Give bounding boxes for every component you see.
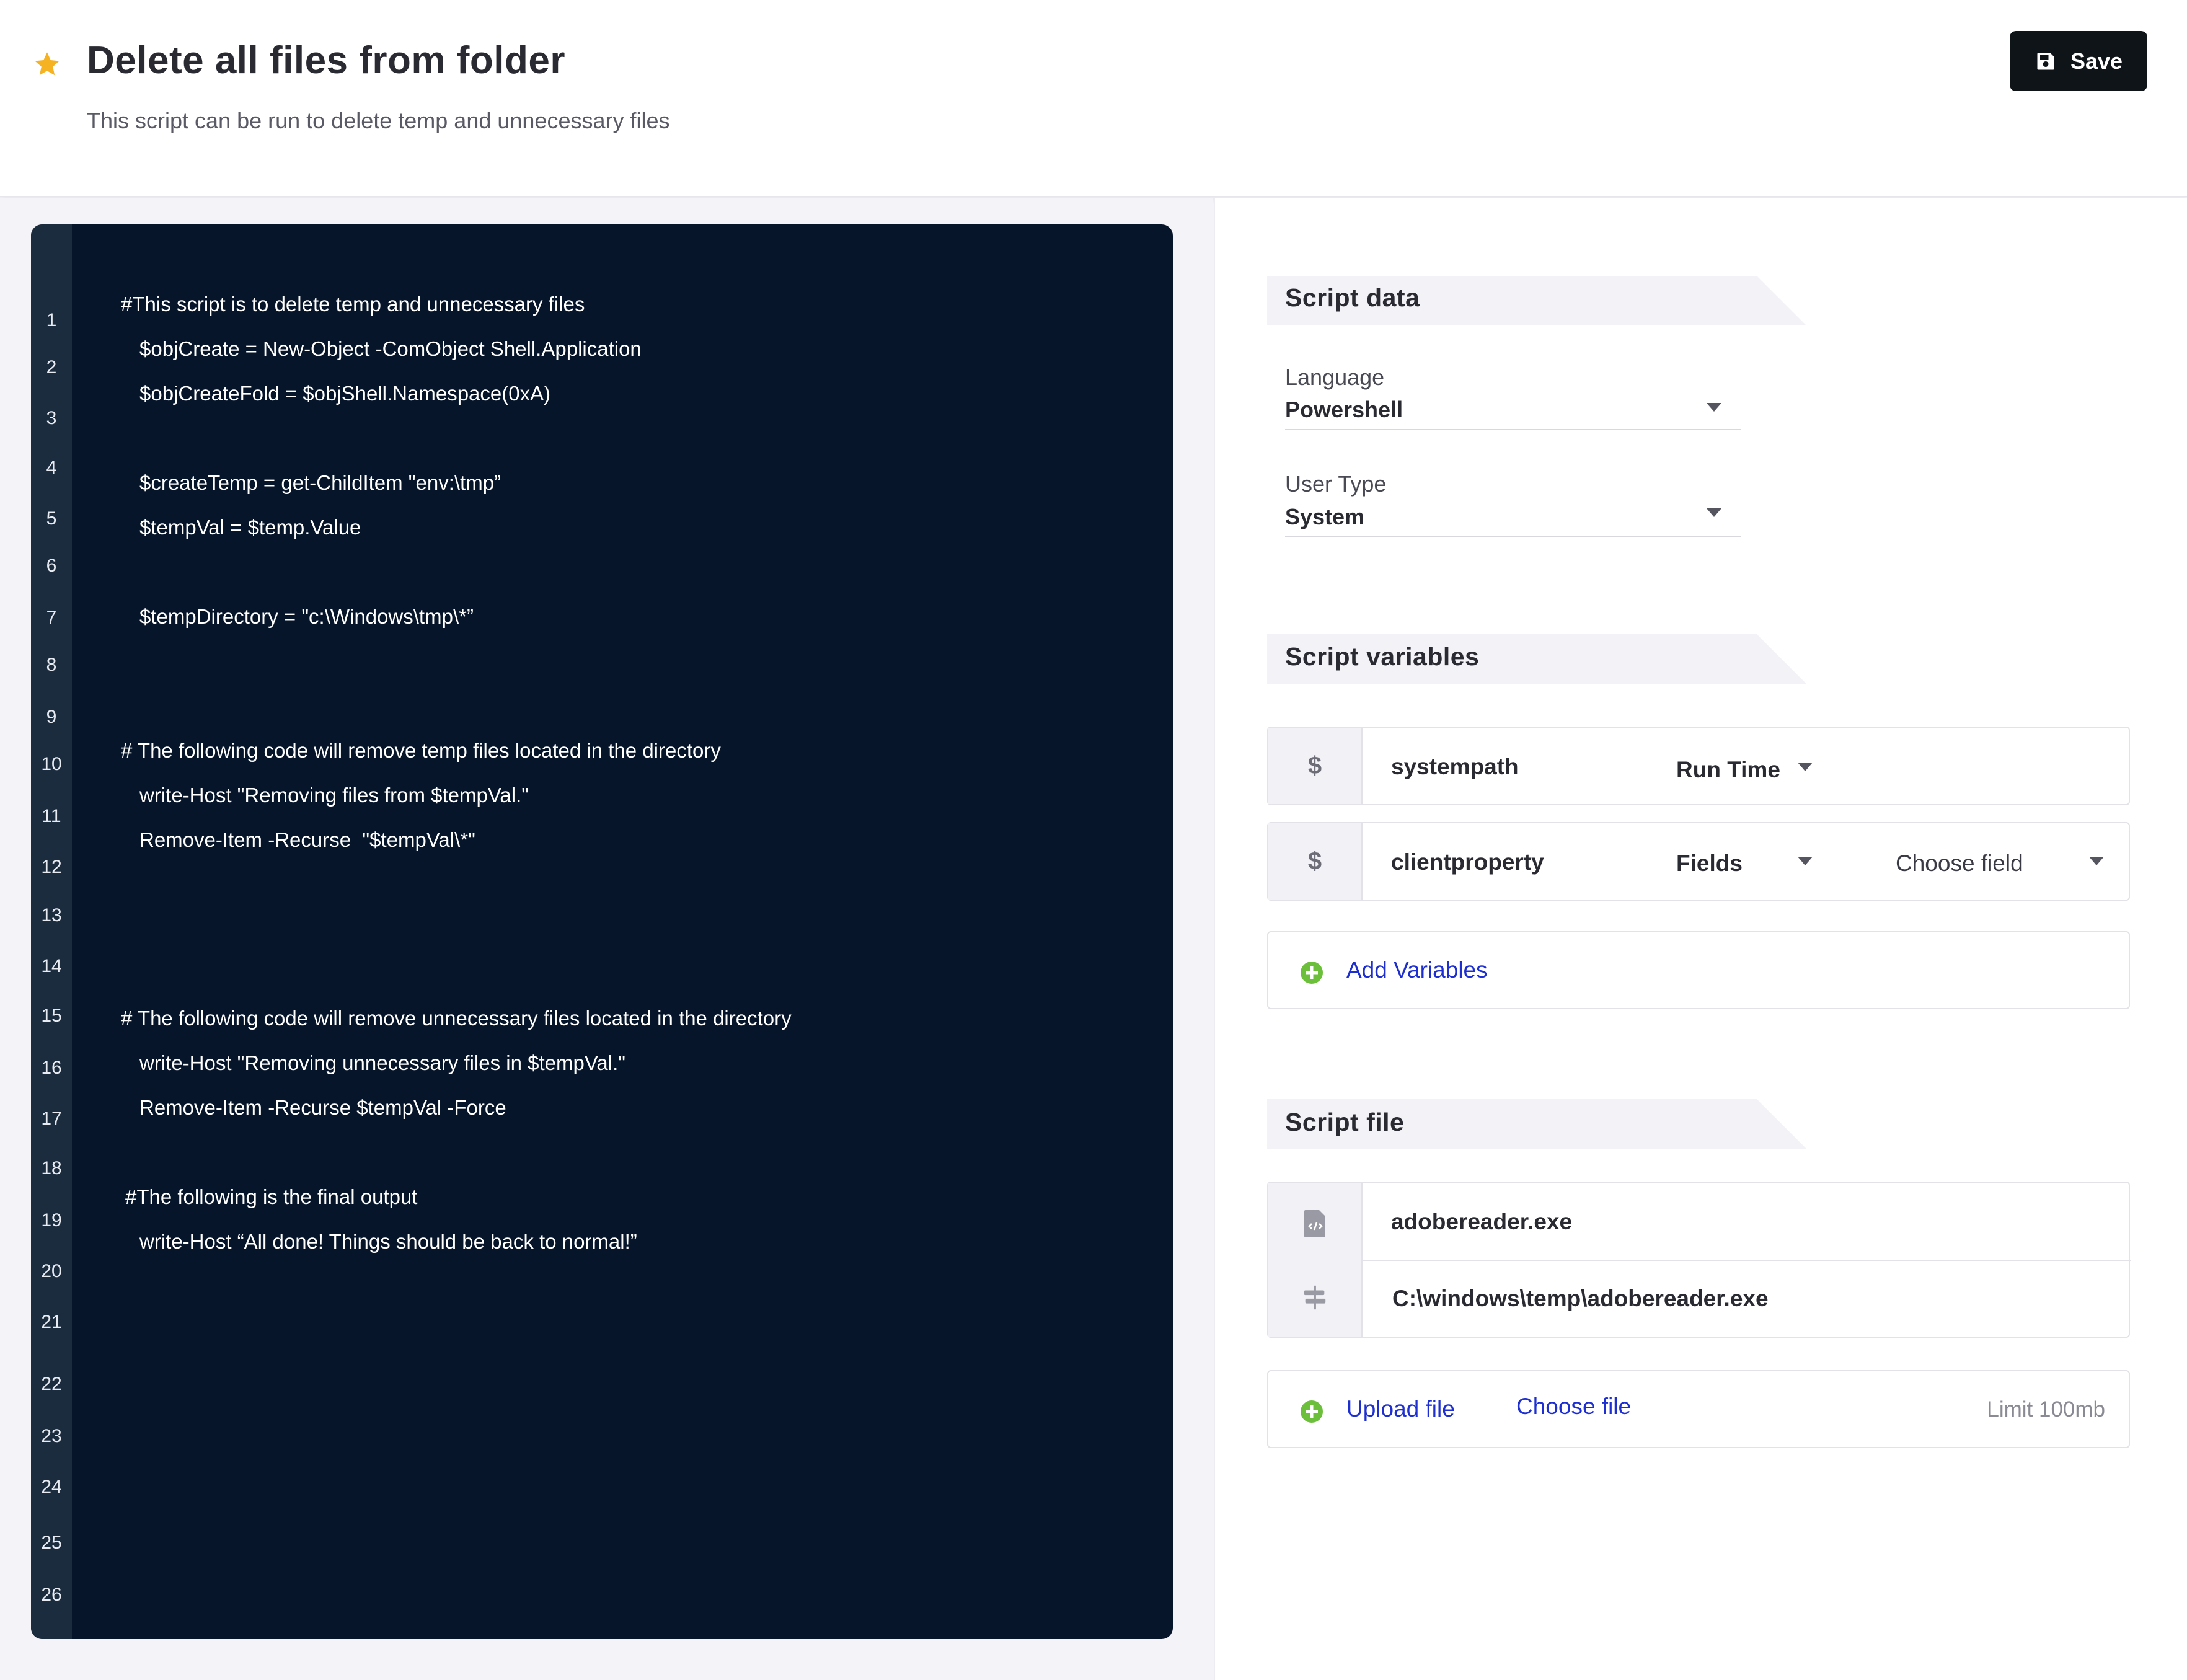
code-line: write-Host “All done! Things should be b… — [139, 1230, 637, 1253]
code-editor[interactable]: 1 2 3 4 5 6 7 8 9 10 11 12 13 14 15 16 1… — [31, 224, 1173, 1639]
signpost-icon — [1304, 1285, 1326, 1310]
upload-file-row: Upload file Choose file Limit 100mb — [1267, 1370, 2130, 1448]
caret-down-icon[interactable] — [2089, 857, 2104, 865]
code-file-icon — [1304, 1210, 1325, 1237]
line-number: 3 — [46, 408, 57, 428]
caret-down-icon[interactable] — [1707, 508, 1721, 517]
code-line: $createTemp = get-ChildItem "env:\tmp” — [139, 471, 501, 494]
user-type-label: User Type — [1285, 471, 1387, 497]
language-underline — [1285, 429, 1741, 430]
plus-circle-icon — [1301, 962, 1323, 984]
variable-name[interactable]: systempath — [1391, 754, 1519, 780]
upload-file-link[interactable]: Upload file — [1346, 1396, 1455, 1422]
variable-name[interactable]: clientproperty — [1391, 849, 1544, 875]
page-header: Delete all files from folder This script… — [0, 0, 2187, 197]
upload-limit-text: Limit 100mb — [1987, 1397, 2105, 1421]
line-number: 16 — [41, 1058, 62, 1078]
section-title-script-file: Script file — [1285, 1108, 1405, 1136]
code-line: $objCreate = New-Object -ComObject Shell… — [139, 337, 642, 360]
line-number: 23 — [41, 1426, 62, 1446]
code-line: $tempVal = $temp.Value — [139, 516, 361, 539]
variable-row: $ systempath Run Time — [1267, 727, 2130, 805]
code-line: #The following is the final output — [125, 1185, 418, 1208]
file-box-divider — [1363, 1260, 2131, 1261]
variable-prefix: $ — [1268, 728, 1363, 804]
page-subtitle: This script can be run to delete temp an… — [87, 108, 670, 133]
language-select[interactable]: Powershell — [1285, 397, 1403, 423]
line-number: 26 — [41, 1585, 62, 1605]
user-type-underline — [1285, 536, 1741, 537]
code-line: $tempDirectory = "c:\Windows\tmp\*” — [139, 605, 474, 628]
code-line: # The following code will remove unneces… — [121, 1007, 792, 1030]
line-number: 14 — [41, 956, 62, 976]
caret-down-icon[interactable] — [1798, 763, 1813, 771]
line-number: 20 — [41, 1261, 62, 1281]
caret-down-icon[interactable] — [1707, 403, 1721, 412]
plus-circle-icon — [1301, 1400, 1323, 1423]
line-number: 24 — [41, 1477, 62, 1497]
page-title: Delete all files from folder — [87, 39, 565, 82]
code-line: $objCreateFold = $objShell.Namespace(0xA… — [139, 382, 551, 405]
user-type-select[interactable]: System — [1285, 504, 1364, 530]
line-number: 12 — [41, 857, 62, 877]
star-icon[interactable] — [32, 50, 62, 79]
line-number: 5 — [46, 508, 57, 529]
line-number: 11 — [42, 806, 61, 826]
caret-down-icon[interactable] — [1798, 857, 1813, 865]
line-number: 21 — [41, 1312, 62, 1332]
add-variables-link[interactable]: Add Variables — [1346, 957, 1488, 983]
choose-file-link[interactable]: Choose file — [1516, 1394, 1631, 1420]
language-label: Language — [1285, 365, 1385, 390]
code-line: Remove-Item -Recurse "$tempVal\*" — [139, 828, 475, 851]
line-number: 2 — [46, 357, 57, 378]
line-number-gutter: 1 2 3 4 5 6 7 8 9 10 11 12 13 14 15 16 1… — [31, 224, 72, 1639]
code-line: #This script is to delete temp and unnec… — [121, 293, 585, 316]
floppy-disk-icon — [2037, 53, 2054, 69]
code-line: write-Host "Removing unnecessary files i… — [139, 1051, 625, 1074]
section-title-script-data: Script data — [1285, 283, 1420, 312]
line-number: 15 — [41, 1006, 62, 1026]
line-number: 4 — [46, 458, 57, 478]
line-number: 8 — [46, 655, 57, 675]
line-number: 22 — [41, 1374, 62, 1394]
variable-type-select[interactable]: Fields — [1676, 851, 1743, 877]
choose-field-select[interactable]: Choose field — [1896, 851, 2023, 877]
section-title-script-variables: Script variables — [1285, 642, 1480, 671]
line-number: 1 — [46, 310, 57, 330]
variable-prefix: $ — [1268, 823, 1363, 900]
script-file-box: adobereader.exe C:\windows\temp\adoberea… — [1267, 1182, 2131, 1338]
line-number: 13 — [41, 905, 62, 926]
code-line: # The following code will remove temp fi… — [121, 739, 721, 762]
line-number: 17 — [41, 1108, 62, 1129]
line-number: 19 — [41, 1210, 62, 1231]
line-number: 6 — [46, 555, 57, 576]
line-number: 18 — [41, 1158, 62, 1178]
line-number: 9 — [46, 707, 57, 727]
script-file-name: adobereader.exe — [1391, 1209, 1573, 1234]
line-number: 10 — [41, 754, 62, 774]
save-button-label: Save — [2070, 48, 2123, 74]
file-icon-column — [1268, 1183, 1363, 1337]
variable-type-select[interactable]: Run Time — [1676, 757, 1780, 783]
line-number: 7 — [46, 608, 57, 628]
variable-row: $ clientproperty Fields Choose field — [1267, 822, 2130, 901]
add-variables-row[interactable]: Add Variables — [1267, 931, 2130, 1009]
script-file-path: C:\windows\temp\adobereader.exe — [1392, 1286, 1769, 1311]
line-number: 25 — [41, 1532, 62, 1553]
editor-panel: 1 2 3 4 5 6 7 8 9 10 11 12 13 14 15 16 1… — [0, 198, 1213, 1680]
code-line: write-Host "Removing files from $tempVal… — [139, 784, 529, 807]
save-button[interactable]: Save — [2010, 31, 2147, 91]
code-line: Remove-Item -Recurse $tempVal -Force — [139, 1096, 506, 1119]
